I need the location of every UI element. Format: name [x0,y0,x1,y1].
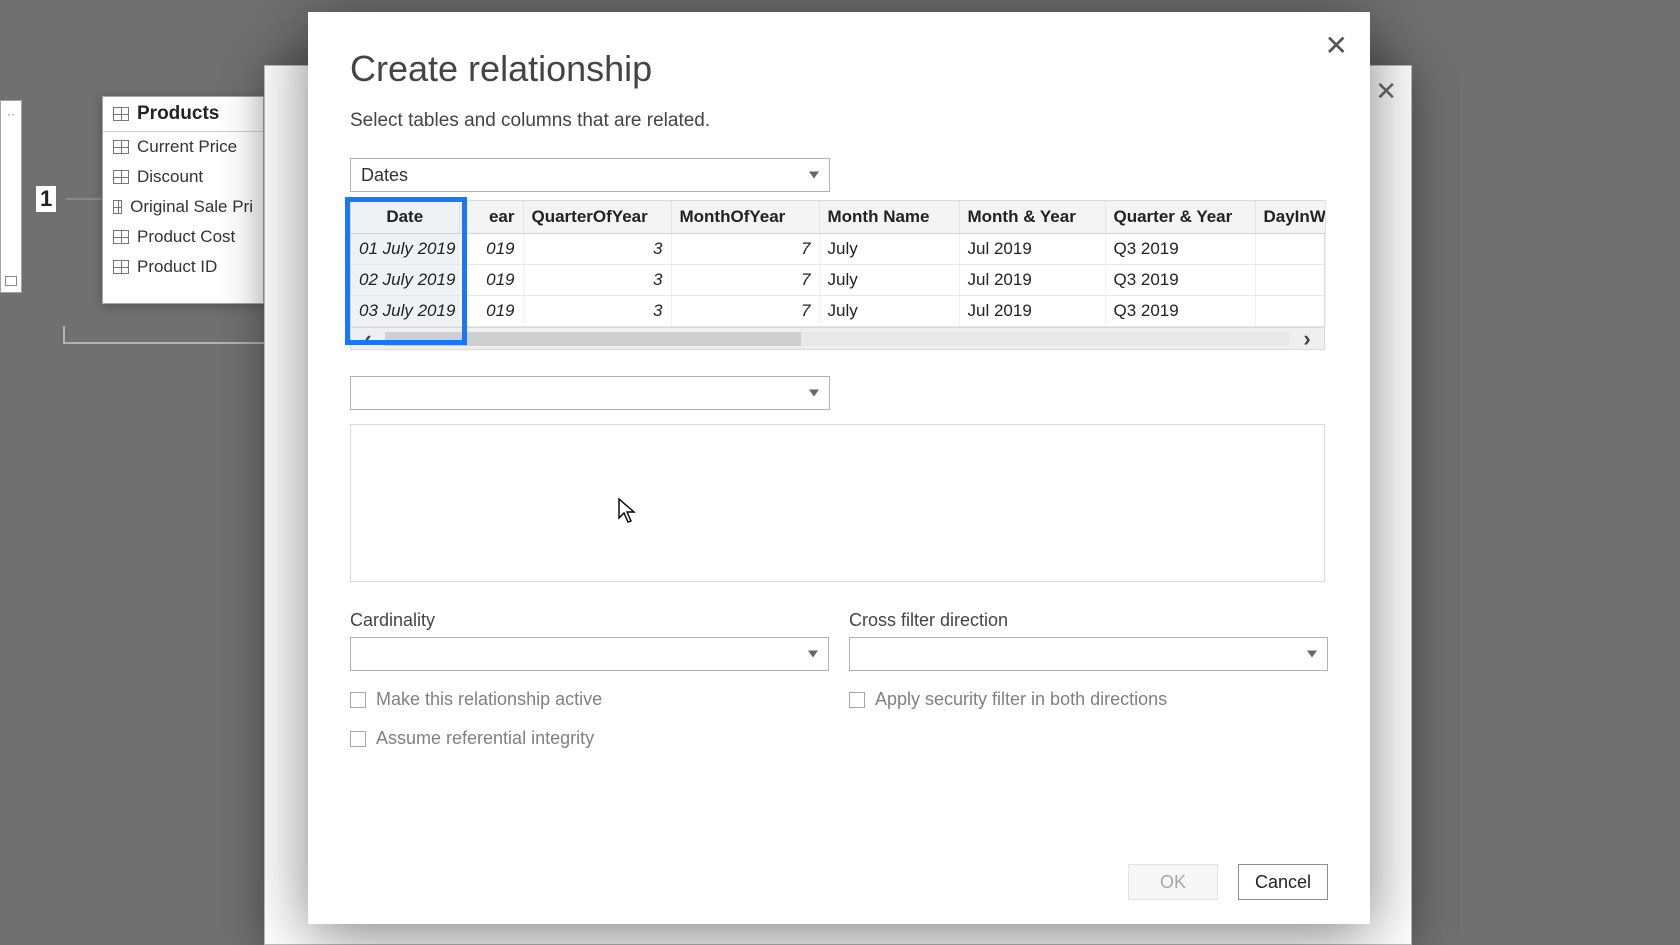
left-strip: ·· [0,100,22,293]
column-icon [113,170,129,184]
column-header-monthname[interactable]: Month Name [819,201,959,234]
table1-select[interactable]: Dates [350,158,830,192]
chevron-right-icon[interactable]: › [1290,326,1324,352]
column-header-quarterandyear[interactable]: Quarter & Year [1105,201,1255,234]
products-field[interactable]: Original Sale Pri [103,192,263,222]
checkbox-icon [849,692,865,708]
apply-security-filter-checkbox[interactable]: Apply security filter in both directions [849,689,1328,710]
column-header-dayinw[interactable]: DayInW [1255,201,1325,234]
dialog-title: Create relationship [350,48,1328,90]
column-header-monthofyear[interactable]: MonthOfYear [671,201,819,234]
products-title: Products [137,103,219,125]
chevron-down-icon [809,390,819,397]
create-relationship-dialog: ✕ Create relationship Select tables and … [308,12,1370,924]
products-field[interactable]: Discount [103,162,263,192]
table-icon [113,107,129,121]
horizontal-scrollbar[interactable]: ‹ › [351,327,1324,349]
checkbox-icon [350,692,366,708]
crossfilter-label: Cross filter direction [849,610,1328,631]
checkbox-icon [350,731,366,747]
table1-value: Dates [361,165,408,186]
cardinality-label: Cardinality [350,610,829,631]
ok-button[interactable]: OK [1128,864,1218,900]
dialog-subtitle: Select tables and columns that are relat… [350,110,1328,132]
scrollbar-thumb[interactable] [385,332,801,346]
column-icon [113,230,129,244]
table2-select[interactable] [350,376,830,410]
chevron-down-icon [808,651,818,658]
column-header-year[interactable]: ear [459,201,523,234]
table1-header[interactable]: Date ear QuarterOfYear MonthOfYear Month… [351,201,1325,234]
column-header-date[interactable]: Date [351,201,459,234]
make-active-checkbox[interactable]: Make this relationship active [350,689,829,710]
table-row[interactable]: 01 July 2019 019 3 7 July Jul 2019 Q3 20… [351,234,1325,265]
products-field[interactable]: Product ID [103,252,263,282]
chevron-left-icon[interactable]: ‹ [351,326,385,352]
chevron-down-icon [809,172,819,179]
table1-preview: Date ear QuarterOfYear MonthOfYear Month… [350,200,1325,350]
products-table-panel[interactable]: Products Current Price Discount Original… [102,96,264,304]
cardinality-select[interactable] [350,637,829,671]
chevron-down-icon [1307,651,1317,658]
crossfilter-select[interactable] [849,637,1328,671]
scrollbar-track[interactable] [385,332,1290,346]
products-field[interactable]: Current Price [103,132,263,162]
close-icon[interactable]: ✕ [1325,32,1348,60]
column-icon [113,140,129,154]
relationship-cardinality-number: 1 [36,186,56,212]
cancel-button[interactable]: Cancel [1238,864,1328,900]
close-icon[interactable]: ✕ [1375,76,1397,107]
diagram-connector [63,326,265,344]
table-row[interactable]: 02 July 2019 019 3 7 July Jul 2019 Q3 20… [351,265,1325,296]
table-row[interactable]: 03 July 2019 019 3 7 July Jul 2019 Q3 20… [351,296,1325,327]
column-header-monthandyear[interactable]: Month & Year [959,201,1105,234]
table2-preview [350,424,1325,582]
assume-referential-checkbox[interactable]: Assume referential integrity [350,728,829,749]
products-header[interactable]: Products [103,97,263,132]
column-header-quarterofyear[interactable]: QuarterOfYear [523,201,671,234]
column-icon [113,260,129,274]
column-icon [113,200,122,214]
products-field[interactable]: Product Cost [103,222,263,252]
